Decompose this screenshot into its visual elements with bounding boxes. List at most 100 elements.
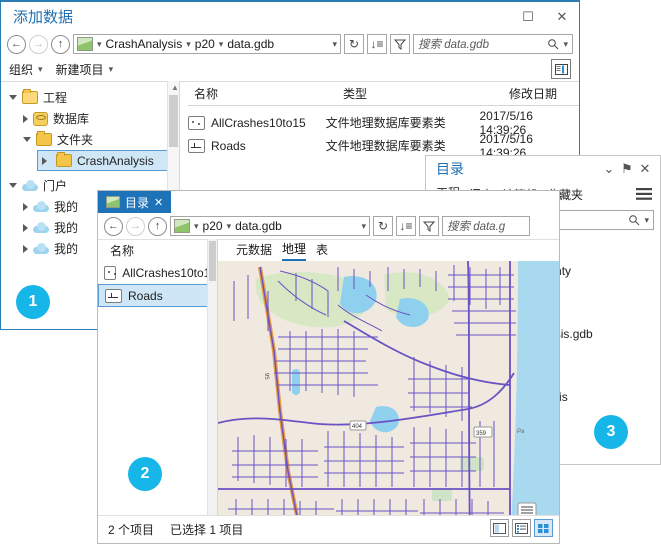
chevron-down-icon[interactable]: ▾ (97, 39, 102, 50)
refresh-icon[interactable]: ↻ (344, 34, 364, 54)
chevron-down-icon[interactable]: ▾ (186, 39, 191, 50)
tab-catalog[interactable]: 目录 ✕ (98, 191, 171, 213)
tabbar-empty-area (171, 191, 559, 213)
sort-icon[interactable]: ↓≡ (367, 34, 387, 54)
scroll-up-icon[interactable]: ▲ (171, 83, 179, 92)
svg-text:Pa: Pa (517, 429, 525, 435)
column-header-name[interactable]: 名称 (188, 85, 337, 102)
catalog-icon (106, 196, 120, 208)
chevron-down-icon[interactable]: ⌄ (600, 159, 618, 179)
chevron-down-icon[interactable]: ▾ (109, 64, 114, 75)
column-header-type[interactable]: 类型 (337, 85, 503, 102)
tile-view-button[interactable] (534, 519, 553, 537)
step-badge-1: 1 (16, 285, 50, 319)
table-row[interactable]: Roads 文件地理数据库要素类 2017/5/16 14:39:26 (188, 134, 579, 157)
item-count: 2 个项目 (108, 521, 154, 538)
close-icon[interactable]: ✕ (636, 159, 654, 179)
preview-tabs: 元数据 地理 表 (218, 239, 559, 262)
map-preview[interactable]: 404 359 Pa 95 (218, 261, 559, 516)
maximize-icon[interactable]: ☐ (511, 3, 545, 31)
breadcrumb-dropdown-icon[interactable]: ▾ (361, 221, 366, 232)
project-icon (174, 219, 190, 233)
preview-view-button[interactable] (490, 519, 509, 537)
database-icon (33, 112, 48, 126)
chevron-right-icon[interactable] (23, 115, 28, 123)
breadcrumb-item-0[interactable]: CrashAnalysis (106, 37, 183, 51)
tab-table[interactable]: 表 (316, 241, 328, 260)
details-view-icon[interactable] (551, 59, 571, 79)
list-scrollbar[interactable] (207, 239, 217, 516)
filter-icon[interactable] (390, 34, 410, 54)
breadcrumb-item-2[interactable]: data.gdb (227, 37, 274, 51)
point-feature-class-icon (188, 116, 205, 130)
catalog-window-body: 名称 AllCrashes10to15 Roads 元数据 地理 表 (98, 239, 559, 516)
chevron-down-icon[interactable] (23, 137, 31, 142)
new-item-button[interactable]: 新建项目 (56, 61, 104, 78)
chevron-down-icon[interactable] (9, 95, 17, 100)
organize-button[interactable]: 组织 (9, 61, 33, 78)
forward-icon[interactable]: → (29, 35, 48, 54)
folder-icon (36, 133, 52, 146)
chevron-down-icon[interactable]: ▾ (227, 221, 232, 232)
tree-item-label: CrashAnalysis (77, 154, 154, 168)
chevron-right-icon[interactable] (23, 224, 28, 232)
project-folder-icon (22, 91, 38, 104)
search-input[interactable]: 搜索 data.gdb ▾ (413, 34, 573, 54)
close-icon[interactable]: ✕ (545, 3, 579, 31)
breadcrumb-item-1[interactable]: p20 (195, 37, 215, 51)
chevron-right-icon[interactable] (42, 157, 47, 165)
filter-icon[interactable] (419, 216, 439, 236)
svg-text:95: 95 (263, 373, 269, 381)
chevron-down-icon[interactable] (9, 183, 17, 188)
breadcrumb[interactable]: ▾ CrashAnalysis ▾ p20 ▾ data.gdb ▾ (73, 34, 341, 54)
up-icon[interactable]: ↑ (148, 217, 167, 236)
search-input[interactable]: 搜索 data.g (442, 216, 530, 236)
preview-panel: 元数据 地理 表 (218, 239, 559, 516)
scrollbar-thumb[interactable] (169, 95, 178, 147)
list-item[interactable]: AllCrashes10to15 (98, 261, 217, 284)
up-icon[interactable]: ↑ (51, 35, 70, 54)
add-data-navbar: ← → ↑ ▾ CrashAnalysis ▾ p20 ▾ data.gdb ▾… (1, 31, 579, 57)
refresh-icon[interactable]: ↻ (373, 216, 393, 236)
svg-text:359: 359 (476, 431, 487, 437)
tree-item-folders[interactable]: 文件夹 (1, 129, 179, 150)
search-dropdown-icon[interactable]: ▾ (563, 39, 568, 50)
status-bar: 2 个项目 已选择 1 项目 (98, 515, 559, 543)
close-icon[interactable]: ✕ (154, 196, 163, 209)
chevron-down-icon[interactable]: ▾ (194, 221, 199, 232)
search-dropdown-icon[interactable]: ▾ (644, 215, 649, 226)
breadcrumb-item-1[interactable]: data.gdb (235, 219, 282, 233)
tree-item-label: 数据库 (53, 110, 89, 127)
breadcrumb-dropdown-icon[interactable]: ▾ (332, 39, 337, 50)
tab-metadata[interactable]: 元数据 (236, 241, 272, 260)
breadcrumb[interactable]: ▾ p20 ▾ data.gdb ▾ (170, 216, 370, 236)
search-icon[interactable] (628, 214, 640, 226)
list-view-button[interactable] (512, 519, 531, 537)
back-icon[interactable]: ← (7, 35, 26, 54)
scrollbar-thumb[interactable] (209, 241, 216, 281)
sort-icon[interactable]: ↓≡ (396, 216, 416, 236)
my-content-icon (33, 201, 49, 212)
search-icon[interactable] (547, 38, 559, 50)
forward-icon[interactable]: → (126, 217, 145, 236)
chevron-down-icon[interactable]: ▾ (38, 64, 43, 75)
view-mode-buttons (490, 519, 553, 537)
my-groups-icon (33, 243, 49, 254)
chevron-right-icon[interactable] (23, 203, 28, 211)
tree-item-databases[interactable]: 数据库 (1, 108, 179, 129)
tab-label: 目录 (125, 194, 149, 211)
tree-item-crashanalysis[interactable]: CrashAnalysis (37, 150, 173, 171)
chevron-down-icon[interactable]: ▾ (219, 39, 224, 50)
list-item[interactable]: Roads (98, 284, 217, 307)
catalog-pane-title: 目录 (436, 159, 600, 179)
breadcrumb-item-0[interactable]: p20 (203, 219, 223, 233)
column-header-name[interactable]: 名称 (98, 239, 217, 261)
pin-icon[interactable]: ⚑ (618, 159, 636, 179)
chevron-right-icon[interactable] (23, 245, 28, 253)
hamburger-menu-icon[interactable] (636, 188, 652, 200)
map-graphic: 404 359 Pa 95 (218, 261, 559, 516)
back-icon[interactable]: ← (104, 217, 123, 236)
tab-geography[interactable]: 地理 (282, 240, 306, 261)
column-header-date[interactable]: 修改日期 (503, 85, 557, 102)
tree-item-project[interactable]: 工程 (1, 87, 179, 108)
